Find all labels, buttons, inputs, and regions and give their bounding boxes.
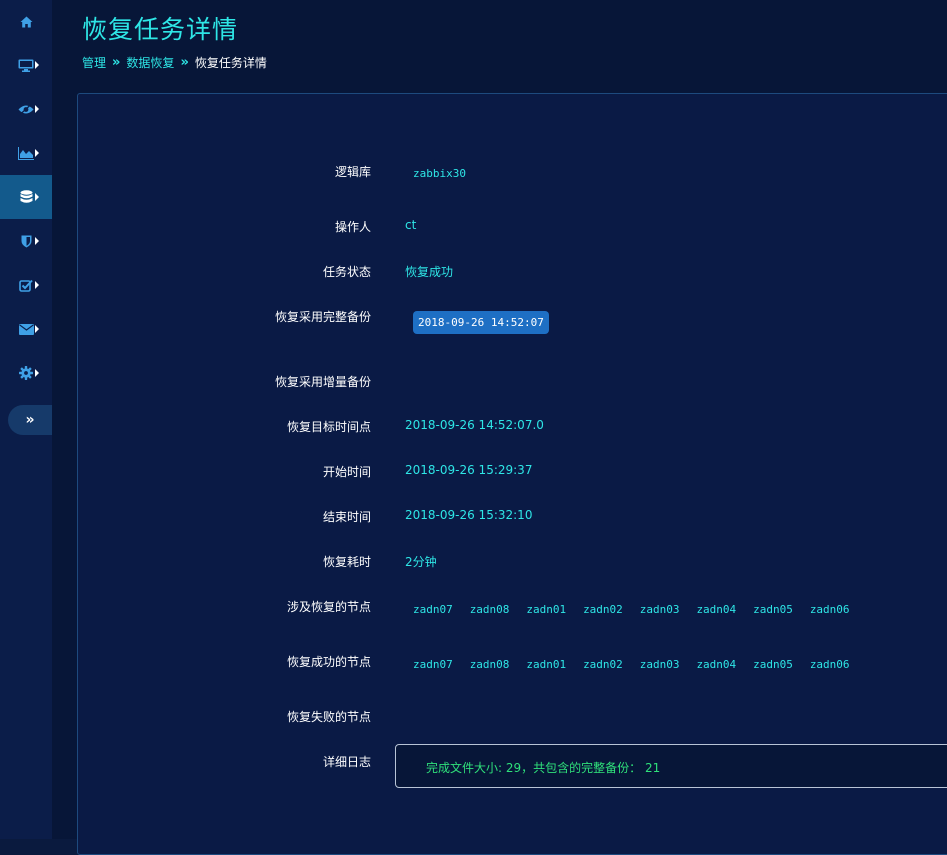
breadcrumb: 管理 » 数据恢复 » 恢复任务详情 [82,54,267,71]
detail-label: 恢复采用完整备份 [274,310,371,324]
caret-right-icon [35,193,39,201]
caret-right-icon [35,369,39,377]
detail-label: 恢复成功的节点 [286,655,371,669]
desktop-icon [18,59,34,72]
caret-right-icon [35,149,39,157]
detail-label: 恢复目标时间点 [286,420,371,434]
detail-label: 任务状态 [322,265,371,279]
double-chevron-right-icon: » [25,412,35,428]
breadcrumb-link-manage[interactable]: 管理 [82,54,106,71]
node-tag: zadn04 [696,603,737,616]
log-text: 完成文件大小: 29，共包含的完整备份： 21 [426,761,661,775]
start-time-value: 2018-09-26 15:29:37 [405,463,533,477]
node-tag: zadn05 [753,603,793,616]
operator-value: ct [405,218,417,232]
involved-nodes-list: zadn07 zadn08 zadn01 zadn02 zadn03 zadn0… [413,603,867,616]
detail-label: 逻辑库 [334,165,371,179]
node-tag: zadn08 [469,658,510,671]
caret-right-icon [35,105,39,113]
detail-label: 涉及恢复的节点 [286,600,371,614]
detail-panel: 逻辑库 zabbix30 操作人 ct 任务状态 恢复成功 恢复采用完整备份 2… [77,93,947,855]
logical-db-value: zabbix30 [413,167,466,180]
sidebar-item-mail[interactable] [0,307,52,351]
detail-label: 开始时间 [322,465,371,479]
caret-right-icon [35,237,39,245]
sidebar-item-stats[interactable] [0,131,52,175]
detail-label: 结束时间 [322,510,371,524]
sidebar-item-tasks[interactable] [0,263,52,307]
node-tag: zadn05 [753,658,793,671]
log-box: 完成文件大小: 29，共包含的完整备份： 21 [395,744,947,788]
node-tag: zadn06 [809,658,850,671]
sidebar-item-security[interactable] [0,219,52,263]
node-tag: zadn02 [583,603,623,616]
home-icon [20,16,33,28]
node-tag: zadn03 [639,658,680,671]
node-tag: zadn04 [696,658,737,671]
node-tag: zadn01 [526,603,567,616]
node-tag: zadn06 [809,603,850,616]
database-icon [20,190,33,204]
eye-icon [18,103,34,115]
node-tag: zadn08 [469,603,510,616]
node-tag: zadn01 [526,658,567,671]
success-nodes-list: zadn07 zadn08 zadn01 zadn02 zadn03 zadn0… [413,658,867,671]
node-tag: zadn03 [639,603,680,616]
gear-icon [19,366,33,380]
breadcrumb-link-data-recovery[interactable]: 数据恢复 [126,54,174,71]
target-time-value: 2018-09-26 14:52:07.0 [405,418,544,432]
sidebar-item-database[interactable] [0,175,52,219]
end-time-value: 2018-09-26 15:32:10 [405,508,533,522]
breadcrumb-separator-icon: » [112,55,121,70]
sidebar-item-monitor[interactable] [0,43,52,87]
shield-icon [21,235,32,248]
envelope-icon [18,323,34,335]
sidebar-item-home[interactable] [0,0,52,44]
page-title: 恢复任务详情 [82,15,239,44]
sidebar: » [0,0,52,839]
caret-right-icon [35,61,39,69]
status-value: 恢复成功 [405,265,454,279]
detail-label: 详细日志 [322,755,371,769]
sidebar-item-settings[interactable] [0,351,52,395]
duration-value: 2分钟 [405,555,437,569]
sidebar-item-view[interactable] [0,87,52,131]
node-tag: zadn02 [583,658,623,671]
node-tag: zadn07 [413,603,453,616]
caret-right-icon [35,325,39,333]
detail-label: 操作人 [334,220,371,234]
detail-label: 恢复采用增量备份 [274,375,371,389]
main-content: 恢复任务详情 管理 » 数据恢复 » 恢复任务详情 逻辑库 zabbix30 操… [52,0,947,855]
node-tag: zadn07 [413,658,453,671]
sidebar-collapse-toggle[interactable]: » [8,405,52,435]
breadcrumb-current: 恢复任务详情 [194,56,267,70]
area-chart-icon [18,146,34,160]
caret-right-icon [35,281,39,289]
detail-label: 恢复耗时 [322,555,371,569]
full-backup-chip[interactable]: 2018-09-26 14:52:07 [413,311,549,334]
check-square-icon [19,279,33,292]
breadcrumb-separator-icon: » [180,55,189,70]
detail-label: 恢复失败的节点 [286,710,371,724]
